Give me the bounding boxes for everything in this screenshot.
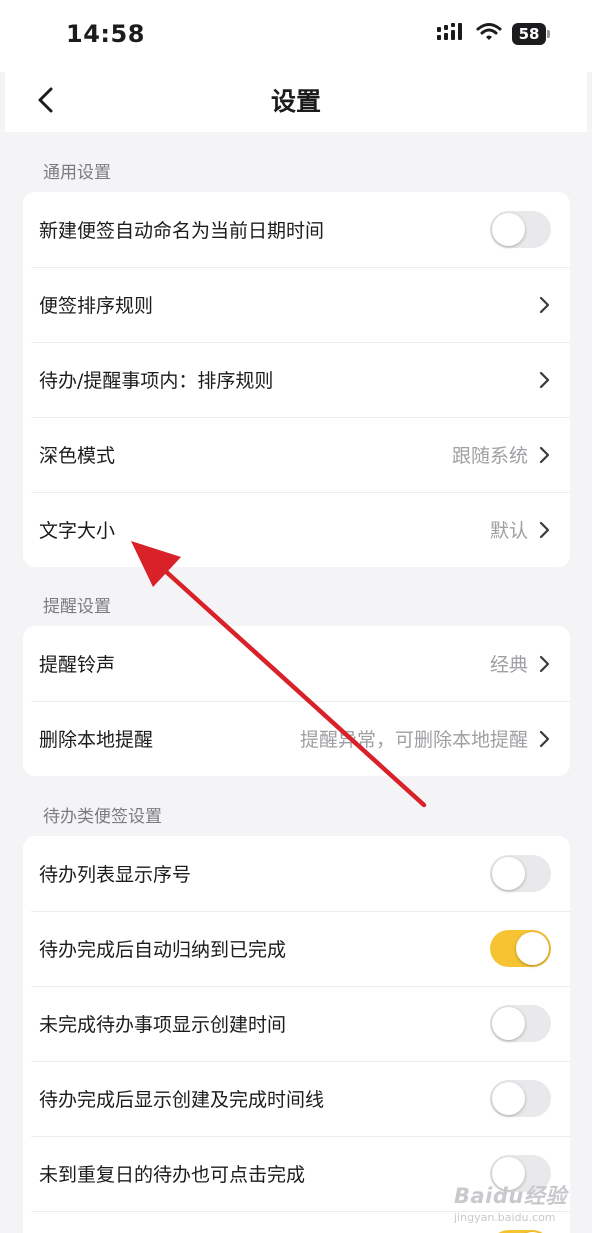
row-label: 待办完成后自动归纳到已完成	[39, 939, 287, 961]
watermark-logo: Baidu经验	[454, 1184, 567, 1208]
row-label: 待办完成后显示创建及完成时间线	[39, 1089, 325, 1111]
status-icons: 58	[436, 22, 550, 46]
font-size-row[interactable]: 文字大小 默认	[23, 492, 570, 567]
auto-archive-completed-row: 待办完成后自动归纳到已完成	[23, 911, 570, 986]
todo-show-index-toggle[interactable]	[490, 855, 551, 892]
reminder-ringtone-row[interactable]: 提醒铃声 经典	[23, 626, 570, 701]
row-label: 待办/提醒事项内：排序规则	[39, 370, 274, 392]
row-label: 待办列表显示序号	[39, 864, 192, 886]
section-header-todo: 待办类便签设置	[43, 807, 162, 827]
row-label: 未到重复日的待办也可点击完成	[39, 1164, 306, 1186]
chevron-right-icon	[538, 730, 550, 748]
status-bar: 14:58 58	[0, 0, 592, 72]
row-label: 深色模式	[39, 445, 116, 467]
battery-level: 58	[518, 25, 540, 43]
wifi-icon	[476, 22, 502, 46]
chevron-right-icon	[538, 371, 550, 389]
cellular-signal-icon	[436, 22, 466, 46]
todo-settings-card: 待办列表显示序号 待办完成后自动归纳到已完成 未完成待办事项显示创建时间 待办完…	[23, 836, 570, 1233]
auto-name-date-row: 新建便签自动命名为当前日期时间	[23, 192, 570, 267]
chevron-right-icon	[538, 446, 550, 464]
row-value: 默认	[489, 520, 528, 542]
status-time: 14:58	[66, 20, 145, 48]
watermark: Baidu经验 jingyan.baidu.com	[454, 1180, 567, 1224]
show-created-time-row: 未完成待办事项显示创建时间	[23, 986, 570, 1061]
row-value: 经典	[489, 654, 528, 676]
page-title: 设置	[270, 87, 321, 116]
battery-icon: 58	[512, 23, 550, 45]
auto-archive-completed-toggle[interactable]	[490, 930, 551, 967]
row-label: 未完成待办事项显示创建时间	[39, 1014, 287, 1036]
row-label: 提醒铃声	[39, 654, 116, 676]
chevron-right-icon	[538, 655, 550, 673]
todo-show-index-row: 待办列表显示序号	[23, 836, 570, 911]
reminder-settings-card: 提醒铃声 经典 删除本地提醒 提醒异常，可删除本地提醒	[23, 626, 570, 776]
settings-screen: 14:58 58 设置 通用设置 新建便签自动命名为当前日期时间 便签排序规则 …	[0, 0, 592, 1233]
auto-name-date-toggle[interactable]	[490, 211, 551, 248]
row-label: 新建便签自动命名为当前日期时间	[39, 220, 325, 242]
dark-mode-row[interactable]: 深色模式 跟随系统	[23, 417, 570, 492]
show-timeline-toggle[interactable]	[490, 1080, 551, 1117]
row-value: 跟随系统	[451, 445, 528, 467]
row-label: 删除本地提醒	[39, 729, 154, 751]
todo-sort-rule-row[interactable]: 待办/提醒事项内：排序规则	[23, 342, 570, 417]
note-sort-rule-row[interactable]: 便签排序规则	[23, 267, 570, 342]
nav-bar: 设置	[5, 72, 587, 132]
chevron-right-icon	[538, 521, 550, 539]
delete-local-reminder-row[interactable]: 删除本地提醒 提醒异常，可删除本地提醒	[23, 701, 570, 776]
row-label: 文字大小	[39, 520, 116, 542]
chevron-right-icon	[538, 296, 550, 314]
watermark-url: jingyan.baidu.com	[454, 1211, 556, 1224]
row-value: 提醒异常，可删除本地提醒	[299, 729, 528, 751]
section-header-general: 通用设置	[43, 163, 111, 183]
general-settings-card: 新建便签自动命名为当前日期时间 便签排序规则 待办/提醒事项内：排序规则 深色模…	[23, 192, 570, 567]
show-created-time-toggle[interactable]	[490, 1005, 551, 1042]
row-label: 便签排序规则	[39, 295, 154, 317]
show-timeline-row: 待办完成后显示创建及完成时间线	[23, 1061, 570, 1136]
section-header-reminder: 提醒设置	[43, 597, 111, 617]
